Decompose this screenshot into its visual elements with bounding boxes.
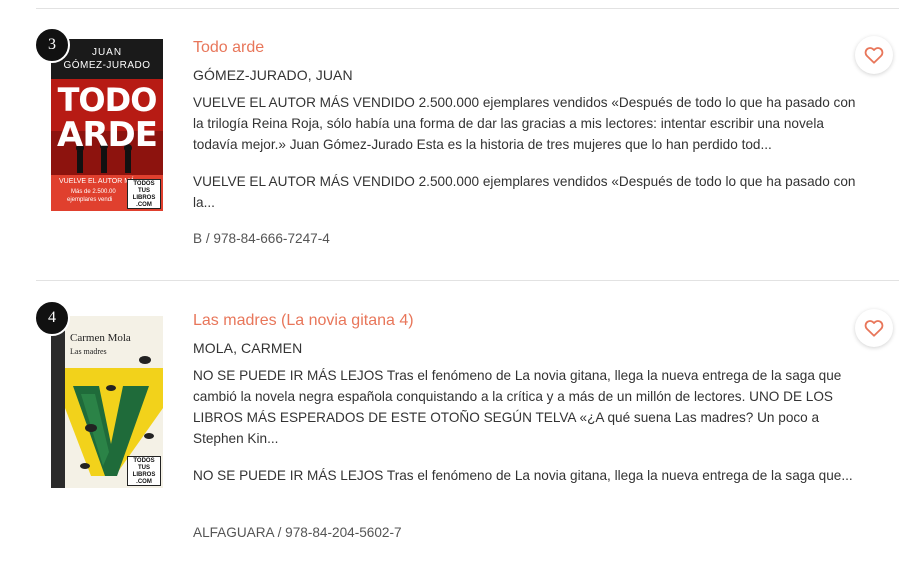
list-divider <box>36 8 899 9</box>
book-meta: B / 978-84-666-7247-4 <box>193 231 330 246</box>
book-cover[interactable]: JUAN GÓMEZ-JURADO TODO ARDE VUELVE EL AU… <box>51 39 163 211</box>
book-author[interactable]: MOLA, CARMEN <box>193 340 302 356</box>
cover-author: Carmen Mola <box>70 332 131 344</box>
favorite-button[interactable] <box>855 36 893 74</box>
book-cover[interactable]: Carmen Mola Las madres TODOS TUS LIBROS … <box>51 316 163 488</box>
book-title-link[interactable]: Todo arde <box>193 39 264 57</box>
cover-author-bottom: GÓMEZ-JURADO <box>63 60 151 71</box>
book-description: VUELVE EL AUTOR MÁS VENDIDO 2.500.000 ej… <box>193 95 856 152</box>
list-divider <box>36 280 899 281</box>
book-description-short: NO SE PUEDE IR MÁS LEJOS Tras el fenómen… <box>193 468 853 483</box>
heart-outline-icon <box>864 320 884 337</box>
book-meta: ALFAGUARA / 978-84-204-5602-7 <box>193 525 402 540</box>
rank-badge: 3 <box>34 27 70 63</box>
favorite-button[interactable] <box>855 309 893 347</box>
rank-badge: 4 <box>34 300 70 336</box>
store-badge: TODOS TUS LIBROS .COM <box>127 179 161 209</box>
heart-outline-icon <box>864 47 884 64</box>
book-author[interactable]: GÓMEZ-JURADO, JUAN <box>193 67 353 83</box>
cover-band-line1: VUELVE EL AUTOR MÁ <box>59 178 135 185</box>
cover-title-line2: ARDE <box>57 115 158 155</box>
book-description: NO SE PUEDE IR MÁS LEJOS Tras el fenómen… <box>193 368 842 446</box>
store-badge: TODOS TUS LIBROS .COM <box>127 456 161 486</box>
cover-band-line2: Más de 2.500.00 <box>71 189 116 195</box>
cover-title-line1: TODO <box>57 81 158 119</box>
book-title-link[interactable]: Las madres (La novia gitana 4) <box>193 312 414 330</box>
cover-band-line3: ejemplares vendi <box>67 197 113 203</box>
book-description-short: VUELVE EL AUTOR MÁS VENDIDO 2.500.000 ej… <box>193 174 856 210</box>
cover-title: Las madres <box>70 347 107 356</box>
